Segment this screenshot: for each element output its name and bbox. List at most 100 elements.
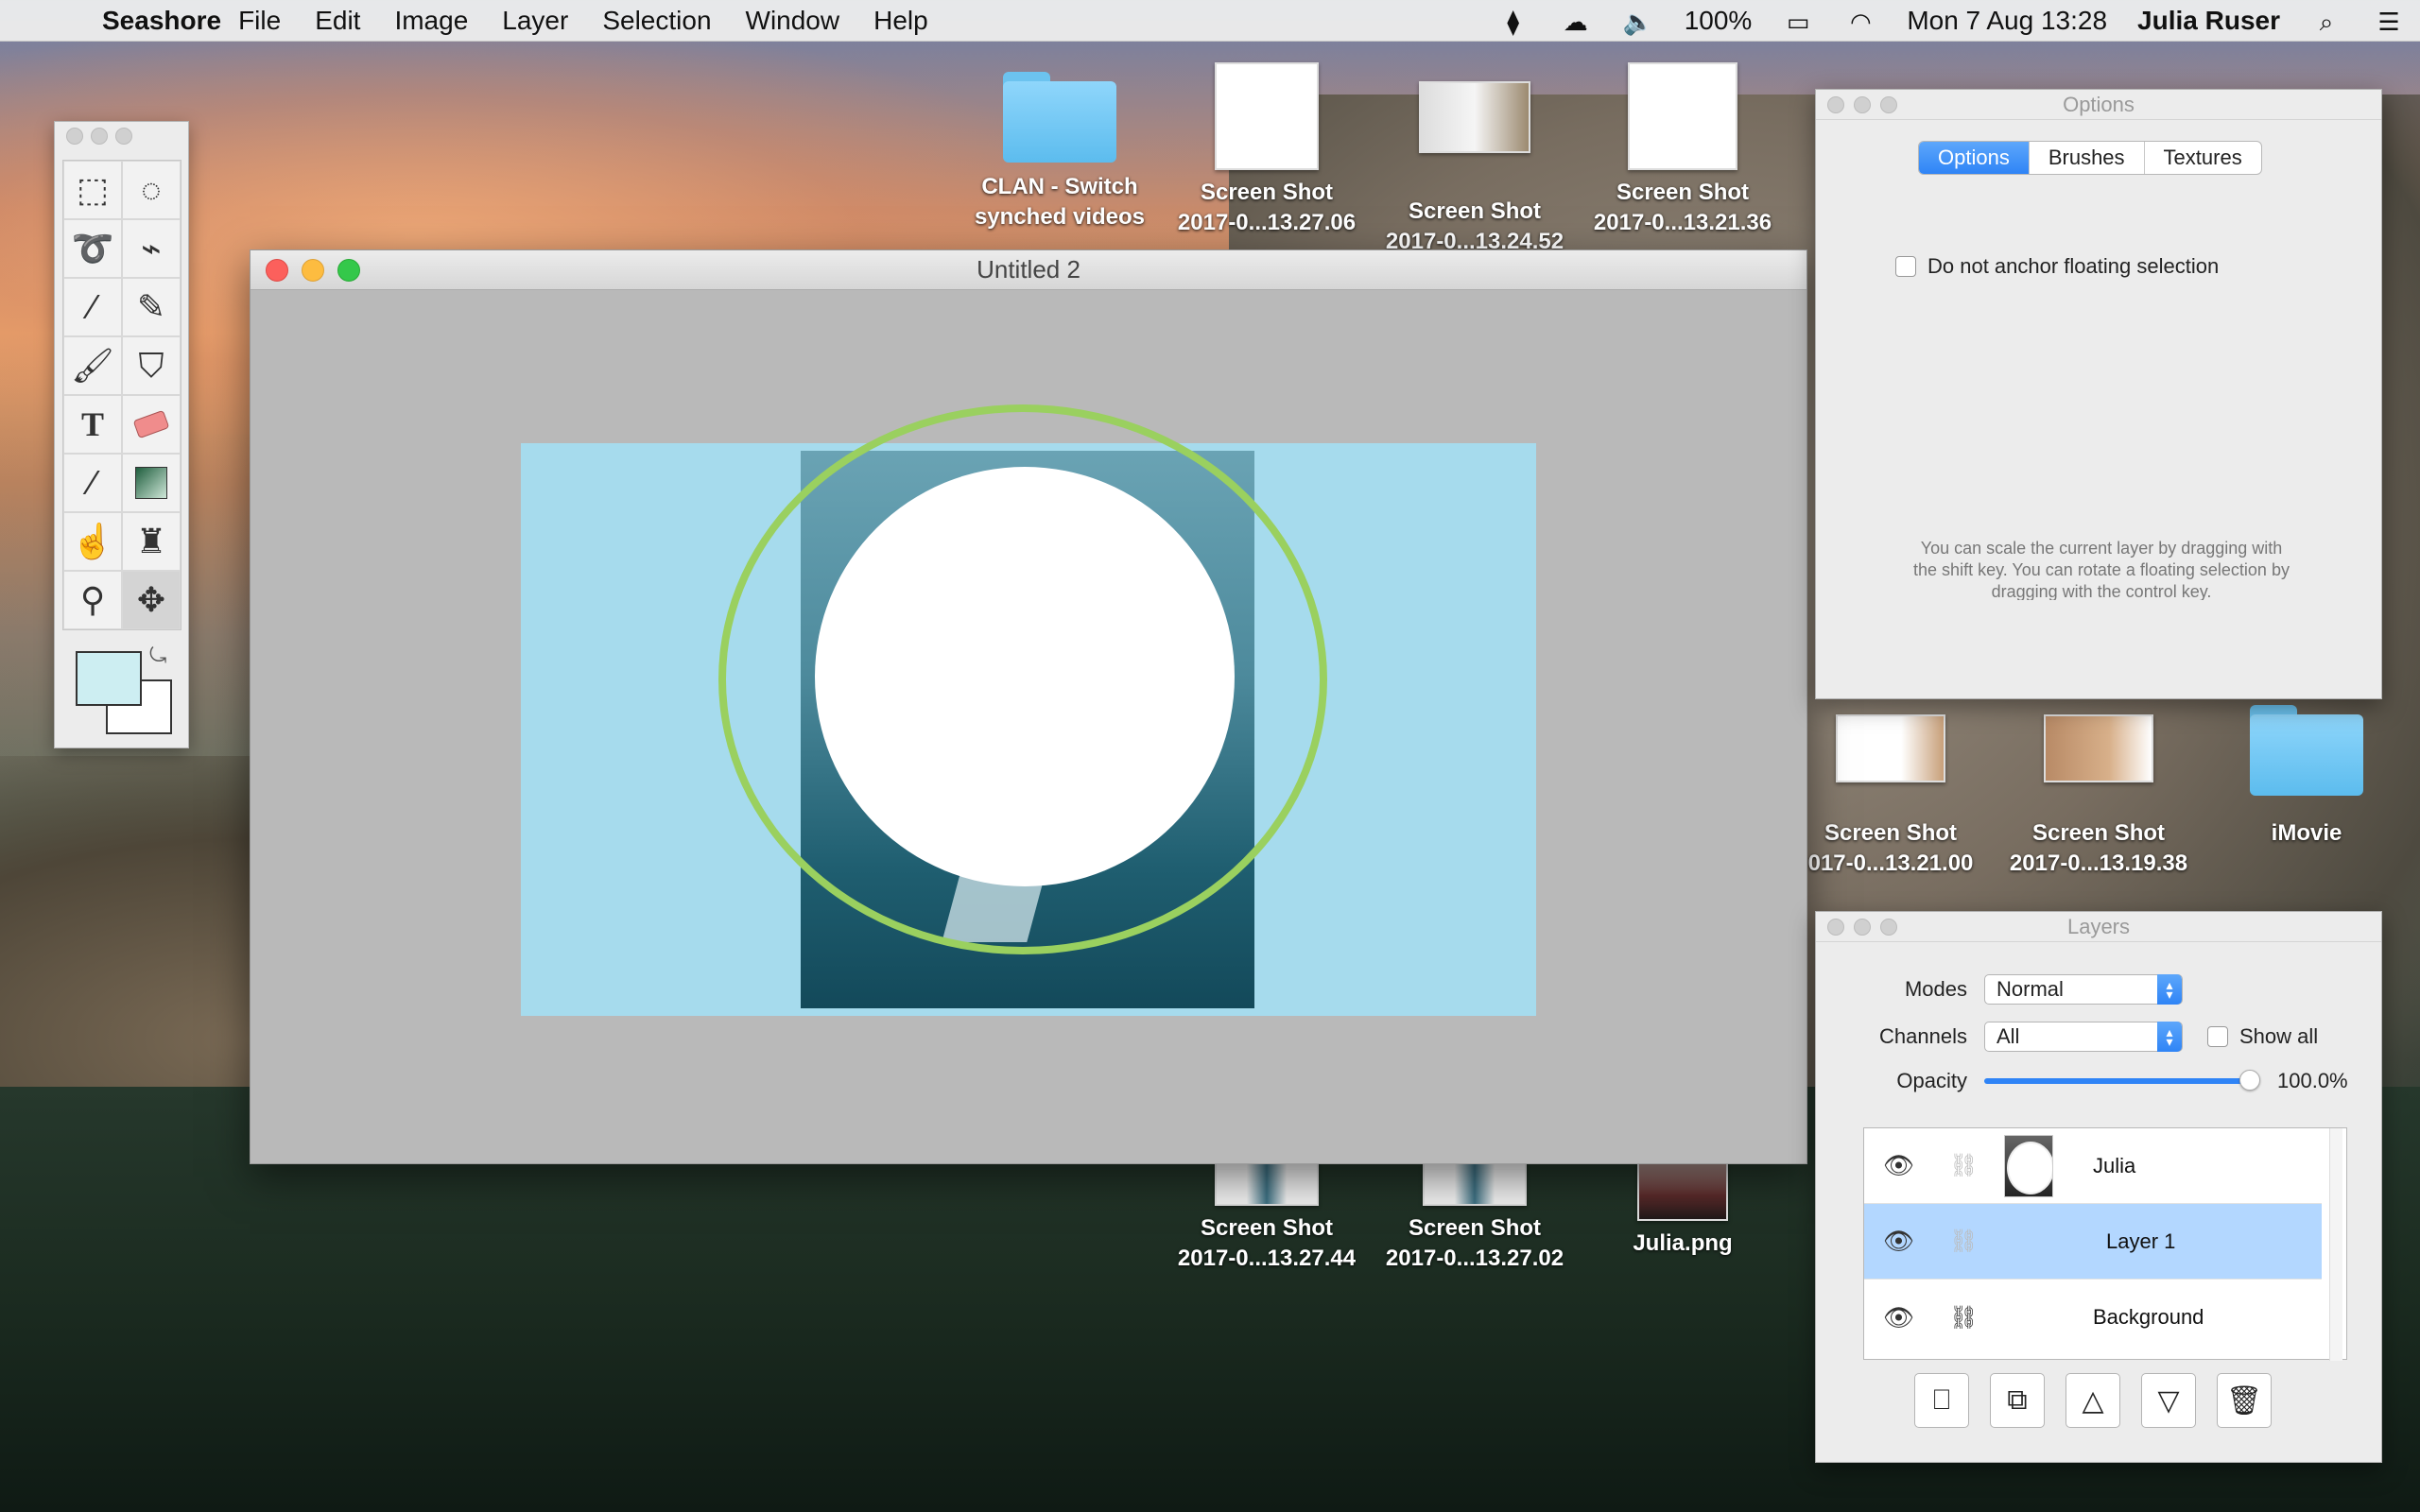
polygon-lasso-icon[interactable]: ⌁ [122, 219, 181, 278]
minimize-icon[interactable] [91, 128, 108, 145]
creative-cloud-icon[interactable]: ☁ [1560, 8, 1592, 36]
screenshot-thumbnail [1836, 714, 1945, 782]
menu-edit[interactable]: Edit [315, 6, 360, 36]
desktop-icon-label: Julia.png [1633, 1230, 1733, 1256]
visibility-eye-icon[interactable]: 👁 [1883, 1227, 1914, 1256]
opacity-value: 100.0% [2277, 1069, 2348, 1092]
screenshot-thumbnail [1215, 62, 1319, 170]
layer-row-selected[interactable]: 👁 ⛓ Layer 1 [1864, 1204, 2322, 1280]
brush-icon[interactable]: 🖌 [63, 336, 122, 395]
desktop-icon-screenshot[interactable]: Screen Shot 2017-0...13.19.38 [1995, 714, 2203, 879]
options-hint: You can scale the current layer by dragg… [1913, 539, 2290, 600]
screenshot-thumbnail [1215, 1159, 1319, 1206]
desktop-icon-screenshot[interactable]: Screen Shot 2017-0...13.27.44 [1163, 1159, 1371, 1274]
smudge-icon[interactable]: ☝ [63, 512, 122, 571]
screenshot-thumbnail [1419, 81, 1530, 153]
raise-layer-icon[interactable]: △ [2066, 1373, 2120, 1428]
options-titlebar[interactable]: Options [1816, 90, 2381, 120]
magic-wand-icon[interactable]: ⁄ [63, 278, 122, 336]
app-menu[interactable]: Seashore [102, 6, 221, 36]
eyedropper-icon[interactable]: ⁄ [63, 454, 122, 512]
zoom-icon[interactable] [115, 128, 132, 145]
menu-layer[interactable]: Layer [502, 6, 568, 36]
link-chain-icon[interactable]: ⛓ [1949, 1152, 1978, 1179]
layer-list-scrollbar[interactable] [2329, 1128, 2342, 1361]
desktop-icon-screenshot[interactable]: Screen Shot 017-0...13.21.00 [1787, 714, 1995, 879]
ellipse-select-icon[interactable]: ◌ [122, 161, 181, 219]
layers-title: Layers [2066, 914, 2131, 938]
desktop-icon-sublabel: 2017-0...13.21.36 [1593, 210, 1772, 235]
show-all-checkbox[interactable] [2207, 1026, 2228, 1047]
menu-image[interactable]: Image [394, 6, 468, 36]
user-menu[interactable]: Julia Ruser [2137, 6, 2280, 36]
desktop-icon-screenshot[interactable]: Screen Shot 2017-0...13.21.36 [1579, 62, 1787, 238]
palette-titlebar[interactable] [55, 122, 188, 150]
rect-select-icon[interactable]: ⬚ [63, 161, 122, 219]
layers-panel: Layers Modes Normal ▴ ▾ Channels All ▴ ▾ S… [1815, 911, 2382, 1463]
menu-file[interactable]: File [238, 6, 281, 36]
swap-colors-icon[interactable]: ⤿ [149, 644, 166, 668]
spotlight-search-icon[interactable]: ⌕ [2310, 8, 2342, 36]
text-tool-icon[interactable]: T [63, 395, 122, 454]
wifi-icon[interactable]: ◠ [1844, 8, 1876, 36]
desktop-icon-screenshot[interactable]: Screen Shot 2017-0...13.27.06 [1163, 62, 1371, 238]
visibility-eye-icon[interactable]: 👁 [1883, 1303, 1914, 1332]
folder-icon [1003, 72, 1116, 163]
clock[interactable]: Mon 7 Aug 13:28 [1907, 6, 2107, 36]
link-chain-icon[interactable]: ⛓ [1949, 1304, 1978, 1332]
layer-name: Background [2093, 1305, 2204, 1329]
link-chain-icon[interactable]: ⛓ [1949, 1228, 1978, 1255]
notification-center-icon[interactable]: ☰ [2373, 8, 2405, 36]
layer-row[interactable]: 👁 ⛓ Background [1864, 1280, 2322, 1355]
menu-help[interactable]: Help [873, 6, 928, 36]
close-icon[interactable] [66, 128, 83, 145]
opacity-slider-knob[interactable] [2239, 1070, 2260, 1091]
volume-icon[interactable]: 🔈 [1622, 8, 1654, 36]
desktop-icon-label: Screen Shot [2031, 820, 2166, 846]
menu-selection[interactable]: Selection [602, 6, 711, 36]
desktop-icon-label: iMovie [2271, 820, 2342, 846]
layer-buttons: ⎕ ⧉ △ ▽ 🗑 [1914, 1373, 2272, 1428]
gradient-icon[interactable] [122, 454, 181, 512]
anchor-checkbox[interactable] [1895, 256, 1916, 277]
move-tool-icon[interactable]: ✥ [122, 571, 181, 629]
menu-window[interactable]: Window [746, 6, 840, 36]
popup-arrows-icon: ▴ ▾ [2157, 1022, 2182, 1052]
desktop-icon-label: CLAN - Switch [981, 174, 1138, 199]
tab-textures[interactable]: Textures [2145, 142, 2261, 174]
duplicate-layer-icon[interactable]: ⧉ [1990, 1373, 2045, 1428]
layer-row[interactable]: 👁 ⛓ Julia [1864, 1128, 2322, 1204]
layer-name: Julia [2093, 1153, 2136, 1177]
tab-options[interactable]: Options [1919, 142, 2030, 174]
lasso-icon[interactable]: ➰ [63, 219, 122, 278]
foreground-color-swatch[interactable] [76, 651, 142, 706]
clone-stamp-icon[interactable]: ♜ [122, 512, 181, 571]
eraser-icon[interactable] [122, 395, 181, 454]
desktop-icon-screenshot[interactable]: Screen Shot 2017-0...13.24.52 [1371, 81, 1579, 257]
channels-popup[interactable]: All ▴ ▾ [1984, 1022, 2183, 1052]
desktop-icon-screenshot[interactable]: Screen Shot 2017-0...13.27.02 [1371, 1159, 1579, 1274]
screenshot-thumbnail [1628, 62, 1737, 170]
bucket-icon[interactable]: ⛉ [122, 336, 181, 395]
modes-popup[interactable]: Normal ▴ ▾ [1984, 974, 2183, 1005]
channels-label: Channels [1879, 1024, 1967, 1048]
desktop-icon-folder[interactable]: CLAN - Switch synched videos [956, 72, 1164, 232]
lower-layer-icon[interactable]: ▽ [2141, 1373, 2196, 1428]
anchor-option: Do not anchor floating selection [1895, 254, 2219, 279]
opacity-row: Opacity 100.0% [1816, 1069, 2348, 1093]
new-layer-icon[interactable]: ⎕ [1914, 1373, 1969, 1428]
status-menus: ⧫ ☁ 🔈 100% ▭ ◠ Mon 7 Aug 13:28 Julia Rus… [1482, 6, 2420, 36]
pencil-icon[interactable]: ✎ [122, 278, 181, 336]
dropbox-icon[interactable]: ⧫ [1497, 8, 1530, 36]
tab-brushes[interactable]: Brushes [2030, 142, 2145, 174]
document-titlebar[interactable]: Untitled 2 [251, 250, 1806, 290]
battery-icon[interactable]: ▭ [1782, 8, 1814, 36]
desktop-icon-png[interactable]: Julia.png [1579, 1159, 1787, 1259]
delete-layer-icon[interactable]: 🗑 [2217, 1373, 2272, 1428]
layers-titlebar[interactable]: Layers [1816, 912, 2381, 942]
desktop-icon-imovie[interactable]: iMovie [2203, 705, 2411, 849]
visibility-eye-icon[interactable]: 👁 [1883, 1151, 1914, 1180]
opacity-slider[interactable] [1984, 1070, 2260, 1091]
image-thumbnail [1637, 1159, 1728, 1221]
zoom-tool-icon[interactable]: ⚲ [63, 571, 122, 629]
